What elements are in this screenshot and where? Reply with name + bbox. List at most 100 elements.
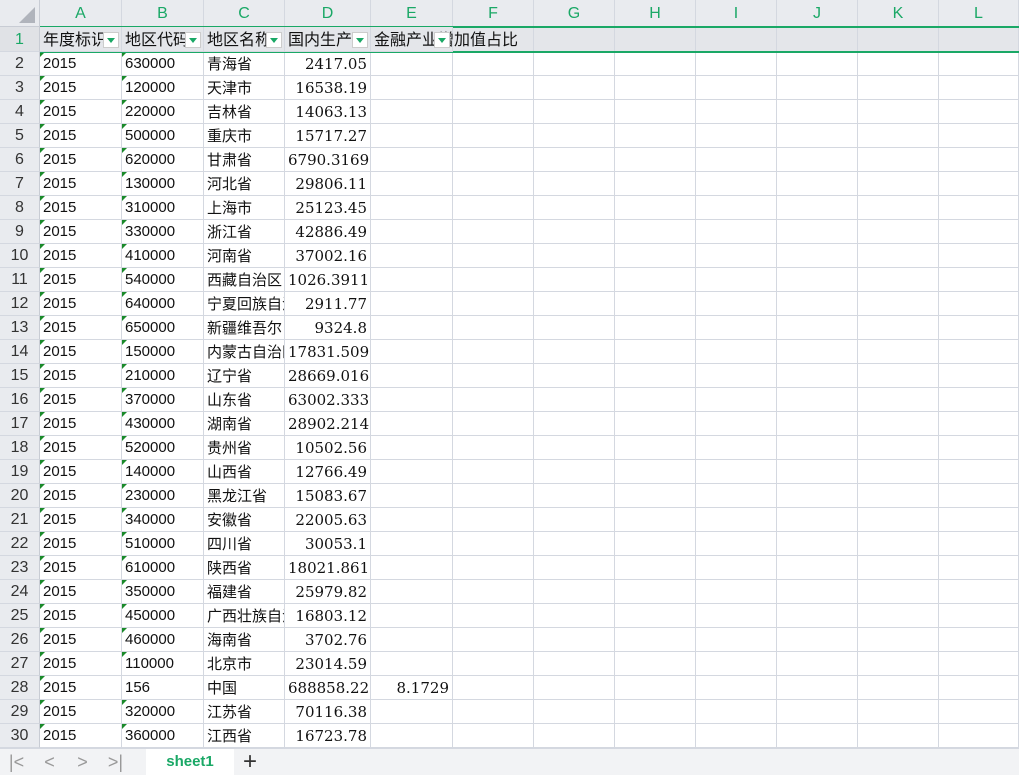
header-cell[interactable] (777, 27, 858, 52)
table-cell[interactable]: 42886.49 (285, 220, 371, 244)
table-cell[interactable]: 河北省 (204, 172, 285, 196)
table-cell[interactable] (696, 532, 777, 556)
table-cell[interactable] (453, 676, 534, 700)
table-cell[interactable] (777, 484, 858, 508)
table-cell[interactable] (534, 556, 615, 580)
table-cell[interactable] (371, 340, 453, 364)
table-cell[interactable] (777, 364, 858, 388)
table-cell[interactable] (939, 52, 1019, 76)
table-cell[interactable] (696, 580, 777, 604)
header-cell[interactable]: 地区代码 (122, 27, 204, 52)
table-cell[interactable] (615, 76, 696, 100)
table-cell[interactable] (371, 532, 453, 556)
table-cell[interactable] (858, 652, 939, 676)
header-cell[interactable]: 金融产业增加值占比 (371, 27, 518, 52)
table-cell[interactable] (939, 652, 1019, 676)
table-cell[interactable] (696, 76, 777, 100)
table-cell[interactable]: 安徽省 (204, 508, 285, 532)
table-cell[interactable] (858, 100, 939, 124)
table-cell[interactable] (534, 580, 615, 604)
table-cell[interactable]: 2015 (40, 604, 122, 628)
row-header[interactable]: 19 (0, 460, 40, 484)
table-cell[interactable] (371, 580, 453, 604)
table-cell[interactable] (939, 148, 1019, 172)
table-cell[interactable] (371, 652, 453, 676)
table-cell[interactable]: 16538.19 (285, 76, 371, 100)
table-cell[interactable]: 2015 (40, 196, 122, 220)
table-cell[interactable] (453, 556, 534, 580)
table-cell[interactable] (696, 628, 777, 652)
table-cell[interactable] (858, 124, 939, 148)
table-cell[interactable] (777, 316, 858, 340)
table-cell[interactable] (696, 52, 777, 76)
first-sheet-icon[interactable]: |< (0, 752, 33, 773)
table-cell[interactable] (696, 460, 777, 484)
column-header-K[interactable]: K (858, 0, 939, 27)
table-cell[interactable] (534, 340, 615, 364)
table-cell[interactable] (453, 628, 534, 652)
table-cell[interactable] (615, 700, 696, 724)
table-cell[interactable] (453, 700, 534, 724)
row-header[interactable]: 9 (0, 220, 40, 244)
table-cell[interactable] (453, 436, 534, 460)
column-header-L[interactable]: L (939, 0, 1019, 27)
column-header-E[interactable]: E (371, 0, 453, 27)
row-header[interactable]: 20 (0, 484, 40, 508)
table-cell[interactable] (453, 340, 534, 364)
select-all-corner[interactable] (0, 0, 40, 27)
table-cell[interactable] (371, 76, 453, 100)
table-cell[interactable]: 2015 (40, 532, 122, 556)
row-header[interactable]: 10 (0, 244, 40, 268)
spreadsheet-grid[interactable]: ABCDEFGHIJKL1年度标识地区代码地区名称国内生产总值金融产业增加值占比… (0, 0, 1019, 748)
table-cell[interactable]: 上海市 (204, 196, 285, 220)
table-cell[interactable]: 500000 (122, 124, 204, 148)
table-cell[interactable]: 2015 (40, 364, 122, 388)
table-cell[interactable]: 陕西省 (204, 556, 285, 580)
table-cell[interactable] (696, 700, 777, 724)
table-cell[interactable] (534, 604, 615, 628)
table-cell[interactable] (858, 460, 939, 484)
filter-dropdown-icon[interactable] (434, 32, 450, 48)
table-cell[interactable] (939, 484, 1019, 508)
table-cell[interactable]: 2015 (40, 292, 122, 316)
filter-dropdown-icon[interactable] (266, 32, 282, 48)
table-cell[interactable] (615, 556, 696, 580)
table-cell[interactable]: 6790.3169 (285, 148, 371, 172)
table-cell[interactable]: 620000 (122, 148, 204, 172)
table-cell[interactable] (777, 244, 858, 268)
row-header[interactable]: 27 (0, 652, 40, 676)
table-cell[interactable] (858, 412, 939, 436)
table-cell[interactable] (939, 580, 1019, 604)
table-cell[interactable] (371, 148, 453, 172)
table-cell[interactable] (858, 604, 939, 628)
table-cell[interactable] (858, 556, 939, 580)
table-cell[interactable] (777, 676, 858, 700)
table-cell[interactable] (615, 532, 696, 556)
table-cell[interactable] (777, 604, 858, 628)
table-cell[interactable]: 2015 (40, 676, 122, 700)
row-header[interactable]: 22 (0, 532, 40, 556)
table-cell[interactable] (858, 364, 939, 388)
table-cell[interactable]: 四川省 (204, 532, 285, 556)
table-cell[interactable] (939, 700, 1019, 724)
table-cell[interactable]: 中国 (204, 676, 285, 700)
table-cell[interactable] (858, 316, 939, 340)
table-cell[interactable] (939, 628, 1019, 652)
table-cell[interactable]: 2015 (40, 340, 122, 364)
table-cell[interactable] (534, 316, 615, 340)
column-header-C[interactable]: C (204, 0, 285, 27)
table-cell[interactable] (777, 436, 858, 460)
table-cell[interactable]: 北京市 (204, 652, 285, 676)
table-cell[interactable]: 福建省 (204, 580, 285, 604)
table-cell[interactable] (615, 580, 696, 604)
table-cell[interactable] (777, 388, 858, 412)
table-cell[interactable] (615, 652, 696, 676)
table-cell[interactable]: 120000 (122, 76, 204, 100)
table-cell[interactable] (858, 220, 939, 244)
table-cell[interactable] (777, 292, 858, 316)
table-cell[interactable]: 15717.27 (285, 124, 371, 148)
table-cell[interactable] (534, 508, 615, 532)
table-cell[interactable] (696, 676, 777, 700)
table-cell[interactable] (858, 676, 939, 700)
table-cell[interactable] (696, 340, 777, 364)
